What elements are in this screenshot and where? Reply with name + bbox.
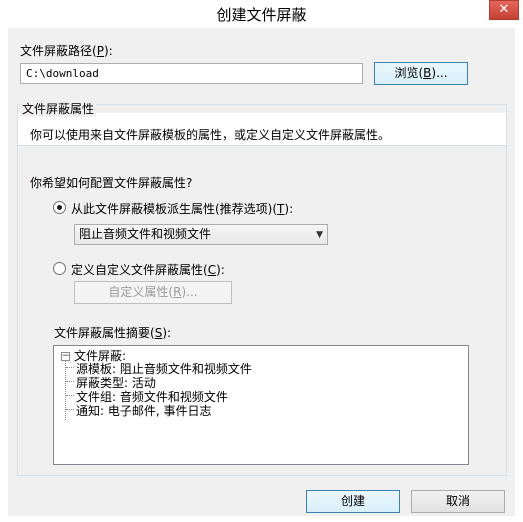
summary-tree[interactable]: − 文件屏蔽: 源模板: 阻止音频文件和视频文件 屏蔽类型: 活动 文件组: 音… [53, 345, 469, 465]
description-text: 你可以使用来自文件屏蔽模板的属性，或定义自定义文件屏蔽属性。 [30, 128, 391, 142]
config-question: 你希望如何配置文件屏蔽属性? [30, 176, 193, 190]
tree-connector [66, 409, 74, 410]
custom-radio-label[interactable]: 定义自定义文件屏蔽属性(C): [71, 261, 225, 278]
close-button[interactable]: ✕ [489, 0, 519, 20]
tree-item[interactable]: 屏蔽类型: 活动 [76, 376, 156, 390]
title-bar: 创建文件屏蔽 ✕ [0, 0, 523, 28]
template-radio[interactable] [53, 201, 66, 214]
template-select-value: 阻止音频文件和视频文件 [79, 227, 212, 241]
tree-root[interactable]: 文件屏蔽: [74, 349, 126, 363]
tree-item[interactable]: 文件组: 音频文件和视频文件 [76, 390, 228, 404]
browse-button[interactable]: 浏览(B)... [374, 62, 468, 85]
path-label: 文件屏蔽路径(P): [20, 44, 113, 58]
group-title: 文件屏蔽属性 [20, 100, 97, 117]
collapse-icon[interactable]: − [61, 352, 70, 361]
tree-connector [66, 395, 74, 396]
tree-item[interactable]: 通知: 电子邮件, 事件日志 [76, 404, 212, 418]
dialog-body: 文件屏蔽路径(P): C:\download 浏览(B)... 文件屏蔽属性 你… [8, 28, 515, 516]
cancel-button[interactable]: 取消 [411, 490, 505, 513]
tree-connector [65, 361, 66, 420]
description-separator [18, 145, 506, 146]
create-button[interactable]: 创建 [306, 490, 400, 513]
tree-item[interactable]: 源模板: 阻止音频文件和视频文件 [76, 362, 252, 376]
tree-connector [66, 367, 74, 368]
path-input[interactable]: C:\download [20, 63, 363, 84]
chevron-down-icon: ▼ [316, 230, 323, 240]
template-radio-label[interactable]: 从此文件屏蔽模板派生属性(推荐选项)(T): [71, 200, 293, 217]
summary-label: 文件屏蔽属性摘要(S): [54, 326, 172, 340]
template-select[interactable]: 阻止音频文件和视频文件 ▼ [74, 224, 328, 245]
tree-connector [66, 381, 74, 382]
custom-radio[interactable] [53, 262, 66, 275]
custom-properties-button[interactable]: 自定义属性(R)... [74, 281, 232, 304]
close-icon: ✕ [498, 2, 510, 17]
window-title: 创建文件屏蔽 [216, 6, 307, 24]
